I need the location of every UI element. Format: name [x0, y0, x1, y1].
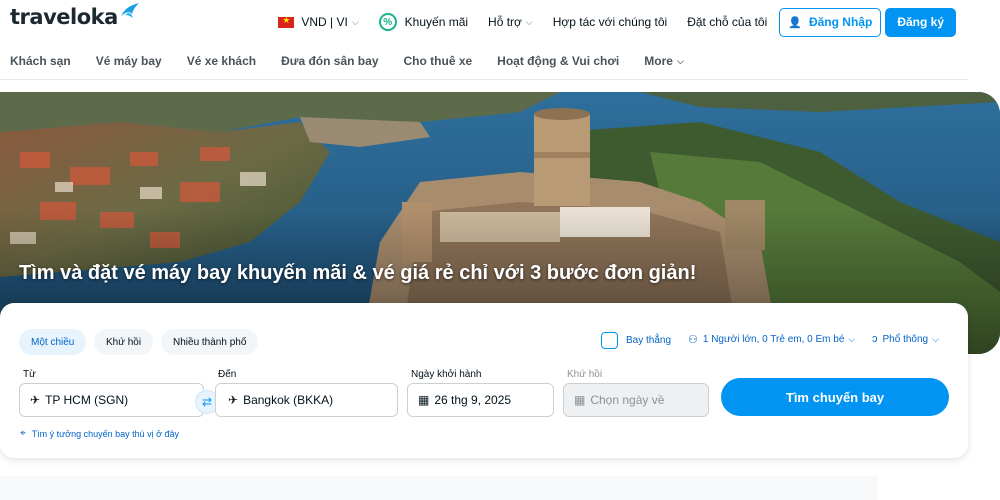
direct-flight-label: Bay thẳng — [626, 335, 672, 346]
logo-text: traveloka — [10, 5, 118, 29]
depart-date-field[interactable]: ▦ 26 thg 9, 2025 — [407, 383, 554, 417]
chevron-down-icon: ⌵ — [932, 333, 939, 344]
chevron-down-icon: ⌵ — [351, 16, 359, 27]
from-airport-field[interactable]: ✈ TP HCM (SGN) — [19, 383, 204, 417]
from-label: Từ — [23, 369, 36, 380]
register-button[interactable]: Đăng ký — [885, 7, 956, 37]
support-menu[interactable]: Hỗ trợ ⌵ — [488, 15, 533, 29]
flight-ideas-link[interactable]: ⌖ Tìm ý tưởng chuyến bay thú vị ở đây — [20, 428, 179, 439]
top-navigation: VND | VI ⌵ % Khuyến mãi Hỗ trợ ⌵ Hợp tác… — [258, 7, 956, 37]
plane-takeoff-icon: ✈ — [30, 393, 41, 407]
nav-more[interactable]: More ⌵ — [644, 54, 684, 68]
cabin-class-selector[interactable]: ↄ Phổ thông ⌵ — [872, 333, 939, 345]
traveloka-logo[interactable]: traveloka — [10, 3, 141, 29]
discount-icon: % — [378, 13, 397, 31]
nav-flights[interactable]: Vé máy bay — [96, 54, 162, 68]
nav-hotels-label: Khách sạn — [10, 54, 71, 68]
trip-type-one-way-label: Một chiều — [31, 336, 75, 348]
passengers-icon: ⚇ — [688, 334, 698, 346]
promo-label: Khuyến mãi — [404, 15, 469, 29]
nav-bus-tickets[interactable]: Vé xe khách — [187, 54, 256, 68]
bird-icon — [120, 3, 139, 18]
login-label: Đăng Nhập — [808, 15, 873, 29]
currency-language-selector[interactable]: VND | VI ⌵ — [278, 15, 359, 29]
to-airport-value: Bangkok (BKKA) — [243, 393, 334, 407]
flight-search-card: Một chiều Khứ hồi Nhiều thành phố Bay th… — [0, 303, 968, 458]
chevron-down-icon: ⌵ — [676, 55, 684, 66]
currency-language-label: VND | VI — [301, 15, 348, 29]
nav-car-rental[interactable]: Cho thuê xe — [404, 54, 473, 68]
depart-date-label: Ngày khởi hành — [411, 369, 482, 380]
plane-landing-icon: ✈ — [228, 393, 239, 407]
cabin-class-label: Phổ thông — [882, 333, 929, 345]
seat-icon: ↄ — [872, 333, 878, 345]
hero-title: Tìm và đặt vé máy bay khuyến mãi & vé gi… — [19, 262, 697, 284]
partner-link[interactable]: Hợp tác với chúng tôi — [553, 15, 667, 29]
nav-hotels[interactable]: Khách sạn — [10, 54, 71, 68]
register-label: Đăng ký — [897, 15, 944, 29]
nav-airport-transfer-label: Đưa đón sân bay — [281, 54, 379, 68]
direct-flight-checkbox[interactable]: Bay thẳng — [601, 332, 671, 349]
trip-type-multi-city[interactable]: Nhiều thành phố — [161, 329, 259, 355]
person-icon: 👤 — [788, 16, 802, 29]
trip-type-round-trip-label: Khứ hồi — [106, 336, 142, 348]
nav-flights-label: Vé máy bay — [95, 54, 162, 68]
calendar-icon: ▦ — [574, 393, 586, 407]
return-date-field[interactable]: ▦ Chọn ngày về — [563, 383, 709, 417]
top-header: traveloka VND | VI ⌵ % Khuyến mãi Hỗ trợ… — [0, 0, 968, 80]
nav-car-rental-label: Cho thuê xe — [403, 54, 473, 68]
nav-activities[interactable]: Hoạt động & Vui chơi — [497, 54, 619, 68]
vietnam-flag-icon — [278, 15, 295, 28]
my-bookings-link[interactable]: Đặt chỗ của tôi — [687, 15, 767, 29]
nav-activities-label: Hoạt động & Vui chơi — [497, 54, 620, 68]
return-date-label: Khứ hồi — [567, 369, 603, 380]
location-pin-icon: ⌖ — [20, 428, 26, 439]
swap-icon: ⇄ — [201, 395, 213, 409]
chevron-down-icon: ⌵ — [525, 16, 533, 27]
flight-ideas-label: Tìm ý tưởng chuyến bay thú vị ở đây — [31, 428, 180, 439]
checkbox-box[interactable] — [601, 332, 618, 349]
product-category-nav: Khách sạn Vé máy bay Vé xe khách Đưa đón… — [10, 54, 709, 68]
promo-link[interactable]: % Khuyến mãi — [378, 13, 469, 31]
login-button[interactable]: 👤 Đăng Nhập — [779, 7, 882, 37]
my-bookings-label: Đặt chỗ của tôi — [687, 15, 768, 29]
trip-type-one-way[interactable]: Một chiều — [19, 329, 87, 355]
nav-airport-transfer[interactable]: Đưa đón sân bay — [281, 54, 378, 68]
passenger-selector[interactable]: ⚇ 1 Người lớn, 0 Trẻ em, 0 Em bé ⌵ — [688, 333, 855, 346]
return-date-placeholder: Chọn ngày về — [590, 393, 665, 407]
to-label: Đến — [218, 369, 237, 380]
partner-label: Hợp tác với chúng tôi — [552, 15, 668, 29]
to-airport-field[interactable]: ✈ Bangkok (BKKA) — [215, 383, 398, 417]
nav-bus-tickets-label: Vé xe khách — [186, 54, 257, 68]
from-airport-value: TP HCM (SGN) — [45, 393, 129, 407]
trip-type-round-trip[interactable]: Khứ hồi — [94, 329, 154, 355]
chevron-down-icon: ⌵ — [848, 334, 856, 344]
calendar-icon: ▦ — [418, 393, 430, 407]
search-flights-label: Tìm chuyến bay — [785, 389, 885, 405]
passenger-label: 1 Người lớn, 0 Trẻ em, 0 Em bé — [702, 334, 845, 345]
depart-date-value: 26 thg 9, 2025 — [434, 393, 512, 407]
content-background — [0, 476, 878, 500]
search-flights-button[interactable]: Tìm chuyến bay — [721, 378, 949, 416]
nav-more-label: More — [644, 54, 673, 68]
trip-type-multi-city-label: Nhiều thành phố — [173, 336, 247, 348]
support-label: Hỗ trợ — [488, 15, 522, 29]
